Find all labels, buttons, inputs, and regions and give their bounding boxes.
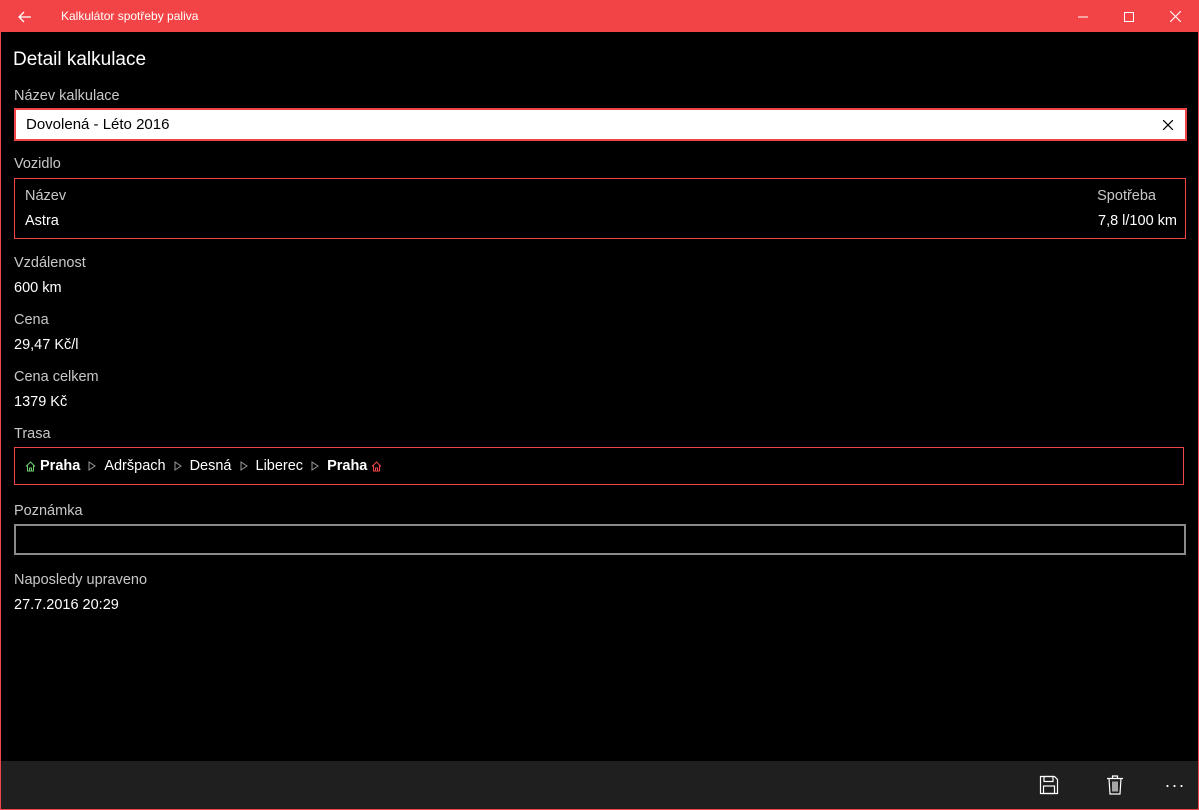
route-stop-name: Praha — [40, 458, 81, 474]
route-stop: Adršpach — [100, 458, 169, 474]
route-stop-name: Desná — [189, 458, 232, 474]
distance-label: Vzdálenost — [14, 255, 86, 271]
route-arrow-icon — [240, 461, 248, 471]
vehicle-selector[interactable]: Název Astra Spotřeba 7,8 l/100 km — [14, 178, 1186, 239]
route-stop-name: Adršpach — [104, 458, 166, 474]
name-field-label: Název kalkulace — [14, 88, 120, 104]
price-value: 29,47 Kč/l — [14, 337, 79, 353]
last-modified-label: Naposledy upraveno — [14, 572, 148, 588]
minimize-icon — [1078, 16, 1088, 17]
total-price-value: 1379 Kč — [14, 394, 68, 410]
route-arrow-icon — [311, 461, 319, 471]
maximize-icon — [1124, 11, 1134, 22]
maximize-button[interactable] — [1106, 1, 1152, 32]
trash-icon — [1107, 775, 1123, 795]
back-arrow-icon — [18, 11, 31, 22]
vehicle-label: Vozidlo — [14, 156, 61, 172]
name-input[interactable]: Dovolená - Léto 2016 — [14, 108, 1187, 141]
distance-value: 600 km — [14, 280, 62, 296]
save-button[interactable] — [1025, 761, 1073, 809]
app-window: Kalkulátor spotřeby paliva Detail kalkul… — [0, 0, 1199, 810]
route-stop: Liberec — [252, 458, 308, 474]
clear-icon — [1163, 119, 1173, 130]
note-input[interactable] — [14, 524, 1186, 555]
route-box[interactable]: Praha Adršpach Desná Liberec Praha — [14, 447, 1184, 485]
home-start-icon — [25, 460, 36, 471]
vehicle-consumption-header: Spotřeba — [1097, 188, 1156, 204]
close-icon — [1169, 11, 1181, 22]
name-input-value[interactable]: Dovolená - Léto 2016 — [26, 110, 169, 139]
save-icon — [1039, 775, 1059, 795]
minimize-button[interactable] — [1060, 1, 1106, 32]
window-title: Kalkulátor spotřeby paliva — [61, 9, 199, 23]
vehicle-name-value: Astra — [25, 213, 59, 229]
route-stop-name: Liberec — [255, 458, 304, 474]
route-arrow-icon — [88, 461, 97, 471]
back-button[interactable] — [1, 1, 49, 32]
route-stop: Desná — [186, 458, 236, 474]
route-stop-start: Praha — [25, 458, 84, 474]
price-label: Cena — [14, 312, 49, 328]
command-bar: ··· — [1, 761, 1198, 809]
more-button[interactable]: ··· — [1151, 761, 1198, 809]
close-button[interactable] — [1152, 1, 1198, 32]
vehicle-consumption-value: 7,8 l/100 km — [1098, 213, 1177, 229]
title-bar: Kalkulátor spotřeby paliva — [1, 1, 1198, 32]
route-stop-end: Praha — [323, 458, 382, 474]
home-end-icon — [372, 460, 382, 471]
delete-button[interactable] — [1091, 761, 1139, 809]
note-label: Poznámka — [14, 503, 83, 519]
route-label: Trasa — [14, 426, 51, 442]
last-modified-value: 27.7.2016 20:29 — [14, 597, 119, 613]
route-arrow-icon — [174, 461, 182, 471]
route-stop-name: Praha — [327, 458, 368, 474]
vehicle-name-header: Název — [25, 188, 67, 204]
page-title: Detail kalkulace — [13, 49, 147, 70]
clear-text-button[interactable] — [1157, 110, 1179, 139]
total-price-label: Cena celkem — [14, 369, 99, 385]
